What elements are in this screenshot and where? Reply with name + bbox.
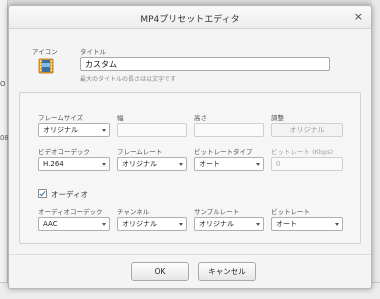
audio-codec-label: オーディオコーデック [38,208,103,216]
samplerate-label: サンプルレート [194,208,240,216]
close-icon[interactable]: × [354,11,363,22]
title-input[interactable]: カスタム [80,57,330,71]
video-codec-value: H.264 [43,160,64,168]
bitrate-input[interactable]: 0 [271,157,343,171]
icon-label: アイコン [32,48,58,56]
background-left-panel: O 08 [0,0,9,299]
audio-label: オーディオ [51,190,88,199]
cancel-button[interactable]: キャンセル [198,262,256,281]
framerate-select[interactable]: オリジナル [117,157,187,171]
audio-codec-select[interactable]: AAC [38,217,110,231]
chevron-down-icon [256,223,260,226]
video-codec-select[interactable]: H.264 [38,157,110,171]
framerate-label: フレームレート [117,148,163,156]
chevron-down-icon [102,129,106,132]
bitrate-type-label: ビットレートタイプ [194,148,253,156]
dialog-titlebar: MP4プリセットエディタ × [9,6,371,29]
frame-size-label: フレームサイズ [38,114,84,122]
ok-button[interactable]: OK [131,262,189,281]
title-hint: 最大のタイトルの長さは以文字です [80,76,177,83]
samplerate-value: オリジナル [199,220,234,228]
background-right-panel [372,0,380,299]
samplerate-select[interactable]: オリジナル [194,217,264,231]
width-label: 幅 [117,114,124,122]
adjust-label: 調整 [271,114,284,122]
video-codec-label: ビデオコーデック [38,148,90,156]
bitrate-label: ビットレート (Kbps) [271,148,334,156]
bitrate-type-value: オート [199,160,220,168]
chevron-down-icon [179,163,183,166]
adjust-original-button[interactable]: オリジナル [271,123,343,137]
audio-bitrate-label: ビットレート [271,208,310,216]
checkmark-icon [39,189,46,197]
mp4-preset-editor-dialog: MP4プリセットエディタ × アイコン タイトル カスタム 最大のタイトルの長さ… [8,5,372,289]
frame-size-select[interactable]: オリジナル [38,123,110,137]
framerate-value: オリジナル [122,160,157,168]
width-input[interactable] [117,123,187,137]
audio-bitrate-value: オート [276,220,297,228]
audio-checkbox[interactable] [38,189,47,198]
bitrate-type-select[interactable]: オート [194,157,264,171]
chevron-down-icon [102,223,106,226]
frame-size-value: オリジナル [43,126,78,134]
footer-divider [9,254,371,255]
chevron-down-icon [335,223,339,226]
background-text: O [0,80,6,88]
height-label: 高さ [194,114,207,122]
film-icon[interactable] [38,58,54,74]
chevron-down-icon [256,163,260,166]
height-input[interactable] [194,123,264,137]
channel-select[interactable]: オリジナル [117,217,187,231]
dialog-title: MP4プリセットエディタ [140,15,240,25]
chevron-down-icon [102,163,106,166]
chevron-down-icon [179,223,183,226]
channel-label: チャンネル [117,208,150,216]
audio-codec-value: AAC [43,220,58,228]
audio-bitrate-select[interactable]: オート [271,217,343,231]
channel-value: オリジナル [122,220,157,228]
title-label: タイトル [80,48,106,56]
